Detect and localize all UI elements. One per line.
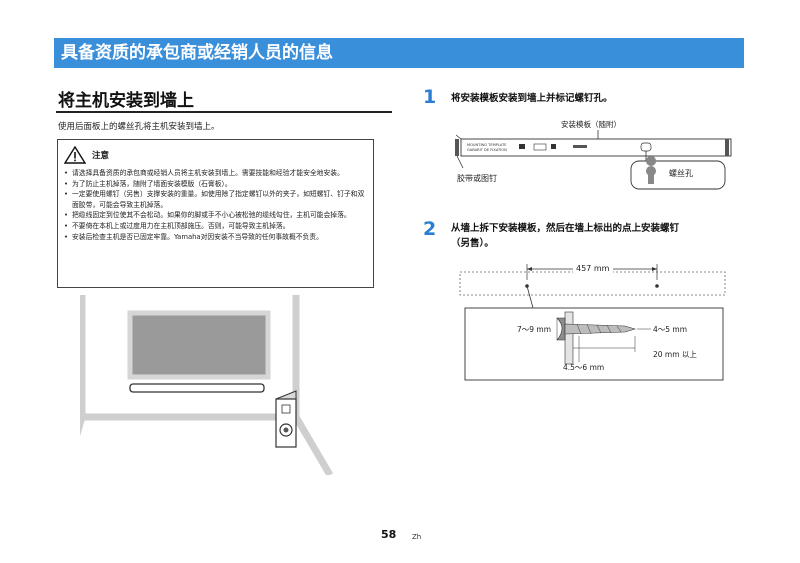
caution-item: 为了防止主机掉落，随附了墙面安装模版（石膏板）。 bbox=[64, 179, 367, 190]
caution-item: 一定要使用螺钉（另售）支撑安装的重量。如使用除了指定螺钉以外的夹子，如短螺钉、钉… bbox=[64, 189, 367, 210]
intro-text: 使用后面板上的螺丝孔将主机安装到墙上。 bbox=[58, 122, 220, 132]
caution-item: 请选择具备资质的承包商或经销人员将主机安装到墙上。需要技能和经验才能安全地安装。 bbox=[64, 168, 367, 179]
caution-box: 注意 请选择具备资质的承包商或经销人员将主机安装到墙上。需要技能和经验才能安全地… bbox=[57, 139, 374, 288]
page-number: 58 bbox=[381, 528, 397, 541]
gap-label: 4～5 mm bbox=[653, 325, 687, 334]
caution-title: 注意 bbox=[92, 151, 110, 161]
caution-item: 安装后检查主机是否已固定牢靠。Yamaha对因安装不当导致的任何事故概不负责。 bbox=[64, 232, 367, 243]
template-print-1: MOUNTING TEMPLATE bbox=[467, 143, 507, 147]
mounting-template-figure: 安装模板（随附） MOUNTING TEMPLATE GABARIT DE FI… bbox=[455, 119, 732, 190]
step-2-text-line1: 从墙上拆下安装模板，然后在墙上标出的点上安装螺钉 bbox=[451, 223, 680, 234]
hole-distance-label: 457 mm bbox=[576, 264, 610, 273]
caution-header: 注意 bbox=[64, 145, 367, 165]
section-divider bbox=[56, 111, 392, 113]
step-1-number: 1 bbox=[423, 86, 437, 108]
room-illustration bbox=[80, 295, 334, 475]
caution-item: 不要倚在本机上或过度用力在主机顶部施压。否则，可能导致主机掉落。 bbox=[64, 221, 367, 232]
page-banner: 具备资质的承包商或经销人员的信息 bbox=[54, 38, 744, 68]
step-2-number: 2 bbox=[423, 218, 437, 240]
step-2-text-line2: （另售）。 bbox=[451, 238, 494, 249]
warning-triangle-icon bbox=[64, 146, 86, 164]
head-diameter-label: 7～9 mm bbox=[517, 325, 551, 334]
caution-item: 把缆线固定到位使其不会松动。如果你的脚或手不小心被松弛的缆线勾住，主机可能会掉落… bbox=[64, 210, 367, 221]
shank-diameter-label: 4.5～6 mm bbox=[563, 363, 604, 372]
caution-list: 请选择具备资质的承包商或经销人员将主机安装到墙上。需要技能和经验才能安全地安装。… bbox=[64, 168, 367, 242]
screw-hole-label: 螺丝孔 bbox=[669, 168, 693, 178]
tape-label: 胶带或图钉 bbox=[457, 173, 497, 183]
template-label: 安装模板（随附） bbox=[561, 119, 621, 129]
screw-installation-figure: 457 mm 7～9 mm 4～5 mm 20 mm 以上 4.5～6 mm bbox=[459, 263, 726, 381]
step-1-text: 将安装模板安装到墙上并标记螺钉孔。 bbox=[451, 93, 613, 104]
length-label: 20 mm 以上 bbox=[653, 350, 697, 359]
template-print-2: GABARIT DE FIXATION bbox=[467, 148, 507, 152]
section-title: 将主机安装到墙上 bbox=[58, 91, 194, 111]
language-code: Zh bbox=[412, 533, 422, 541]
